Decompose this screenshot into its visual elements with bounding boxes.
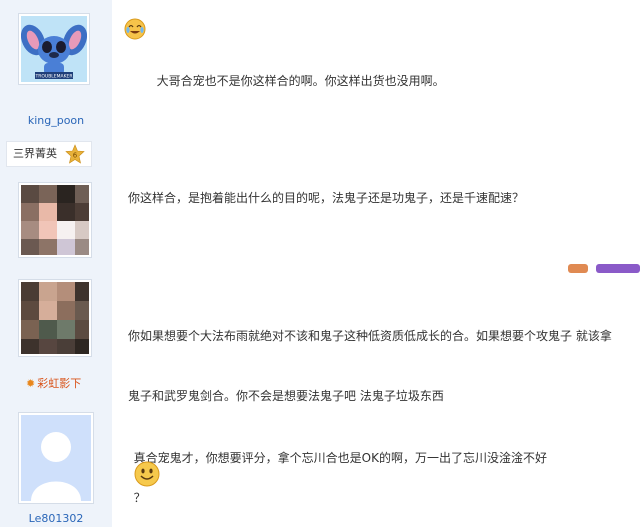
post-separator-arrow [46,262,62,270]
avatar-king-poon[interactable]: TROUBLEMAKER [18,13,90,85]
pixelated-avatar-image [21,282,89,354]
rainbow-tag-label: 彩虹影下 [37,377,82,390]
username-le801302[interactable]: Le801302 [0,512,112,525]
flame-icon: ✹ [26,377,36,390]
post-content-3: 你如果想要个大法布雨就绝对不该和鬼子这种低资质低成长的合。如果想要个攻鬼子 就该… [128,286,612,426]
default-person-avatar-icon [31,432,81,501]
post-text-1: 大哥合宠也不是你这样合的啊。你这样出货也没用啊。 [156,74,445,88]
smile-emoji-icon [134,461,160,486]
post-text-3-line2: 鬼子和武罗鬼剑合。你不会是想要法鬼子吧 法鬼子垃圾东西 [128,389,444,403]
post-content-1: 大哥合宠也不是你这样合的啊。你这样出货也没用啊。 [124,18,445,91]
post-text-4: 真合宠鬼才，你想要评分，拿个忘川合也是OK的啊，万一出了忘川没淦淦不好 [133,451,547,465]
post-text-4-end: ？ [133,491,146,505]
rank-badge: 三界菁英 6 [6,141,92,167]
post-content-2: 你这样合，是抱着能出什么的目的呢，法鬼子还是功鬼子，还是千速配速？ [128,191,525,205]
star-badge-icon: 6 [65,144,85,164]
pixelated-avatar-image [21,185,89,255]
svg-text:TROUBLEMAKER: TROUBLEMAKER [34,74,72,80]
avatar-le801302[interactable] [18,412,94,504]
rank-title: 三界菁英 [13,147,57,160]
avatar-pixelated-2[interactable] [18,279,92,357]
username-king-poon[interactable]: king_poon [0,114,112,127]
crying-laugh-emoji-icon [124,18,146,40]
avatar-pixelated-1[interactable] [18,182,92,258]
svg-text:6: 6 [73,152,78,160]
rainbow-tag[interactable]: ✹ 彩虹影下 [26,375,81,391]
post-text-3-line1: 你如果想要个大法布雨就绝对不该和鬼子这种低资质低成长的合。如果想要个攻鬼子 就该… [128,329,612,343]
post-content-4: 真合宠鬼才，你想要评分，拿个忘川合也是OK的啊，万一出了忘川没淦淦不好 ？ [126,428,547,508]
partial-badge-icons [568,264,640,273]
stitch-avatar-image: TROUBLEMAKER [21,24,87,80]
